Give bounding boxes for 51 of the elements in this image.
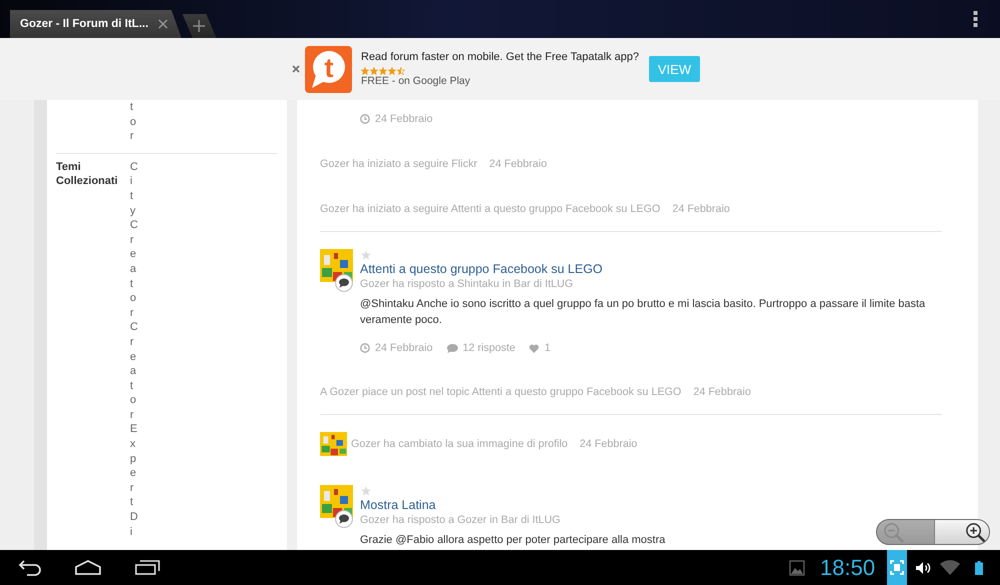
- zoom-out-icon: [883, 522, 904, 542]
- new-tab-button[interactable]: [182, 14, 216, 38]
- close-icon[interactable]: [292, 65, 300, 73]
- post-subtitle: Gozer ha risposto a Gozer in Bar di ItLUG: [360, 513, 560, 527]
- post-date: 24 Febbraio: [375, 341, 433, 355]
- post-body: Grazie @Fabio allora aspetto per poter partecipare alla mostra: [360, 533, 666, 548]
- close-icon[interactable]: [158, 19, 168, 29]
- activity-text: A Gozer piace un post nel topic Attenti a questo gruppo Facebook su LEGO: [320, 385, 682, 400]
- post-date: 24 Febbraio: [375, 112, 433, 127]
- recent-apps-icon[interactable]: [135, 560, 160, 575]
- overflow-menu-icon[interactable]: [973, 11, 978, 27]
- zoom-in-button[interactable]: [934, 520, 989, 544]
- activity-date: 24 Febbraio: [489, 157, 547, 172]
- avatar-image: [320, 485, 353, 518]
- field-value: CityCreatorCreatorExpertDi: [130, 160, 141, 540]
- post-title-link[interactable]: Attenti a questo gruppo Facebook su LEGO: [360, 261, 603, 277]
- clock-icon: [360, 343, 370, 353]
- clock-time: 18:50: [820, 554, 876, 582]
- post-body: @Shintaku Anche io sono iscritto a quel gruppo fa un po brutto e mi lascia basito. Purtroppo a passare il limite basta veramente poco.: [360, 297, 926, 328]
- comment-icon: [446, 344, 458, 352]
- post-subtitle: Gozer ha risposto a Shintaku in Bar di ItLUG: [360, 277, 574, 291]
- activity-date: 24 Febbraio: [580, 437, 638, 452]
- activity-date: 24 Febbraio: [693, 385, 751, 400]
- image-icon[interactable]: [789, 560, 805, 576]
- reply-count: 12 risposte: [462, 341, 516, 355]
- wifi-icon[interactable]: [940, 560, 960, 575]
- star-icon[interactable]: [361, 250, 371, 260]
- heart-icon: [529, 344, 540, 352]
- back-icon[interactable]: [18, 560, 42, 576]
- field-label: Temi Collezionati: [56, 160, 119, 189]
- avatar-image: [320, 249, 353, 282]
- activity-text: Gozer ha iniziato a seguire Attenti a questo gruppo Facebook su LEGO: [320, 202, 660, 217]
- activity-date: 24 Febbraio: [672, 202, 730, 217]
- like-count: 1: [544, 341, 550, 355]
- star-icon[interactable]: [361, 486, 371, 496]
- home-icon[interactable]: [75, 560, 101, 575]
- battery-icon[interactable]: [975, 560, 983, 574]
- banner-message: Read forum faster on mobile. Get the Free Tapatalk app?: [361, 50, 640, 64]
- activity-text: Gozer ha cambiato la sua immagine di profilo: [351, 437, 568, 452]
- volume-icon[interactable]: [915, 560, 932, 574]
- zoom-in-icon: [965, 522, 986, 542]
- browser-tab[interactable]: Gozer - Il Forum di ItL...: [10, 10, 182, 38]
- post-title-link[interactable]: Mostra Latina: [360, 497, 436, 513]
- comment-badge-icon: [335, 510, 353, 528]
- activity-text: Gozer ha iniziato a seguire Flickr: [320, 157, 478, 172]
- store-text: FREE - on Google Play: [361, 75, 472, 88]
- logo-letter: t: [324, 52, 334, 82]
- plus-icon: [193, 20, 206, 32]
- field-value: tor: [130, 100, 141, 144]
- clock-icon: [360, 114, 370, 124]
- comment-badge-icon: [335, 274, 353, 292]
